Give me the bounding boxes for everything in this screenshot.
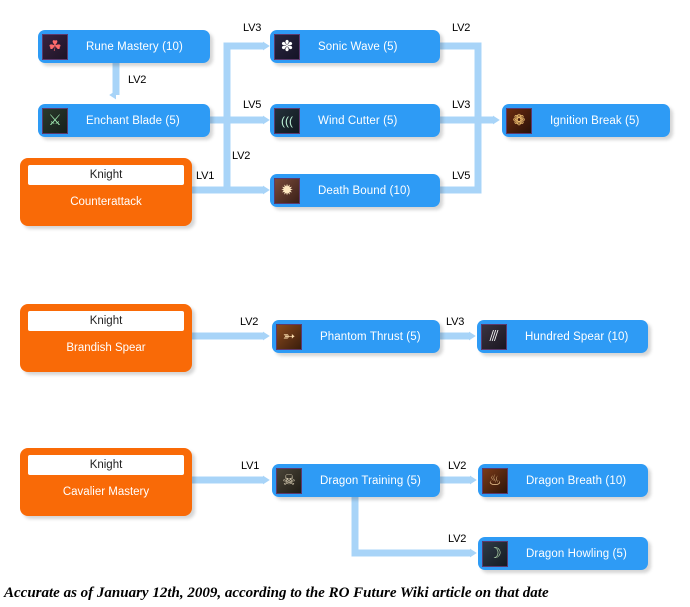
skill-label-sonic-wave: Sonic Wave (5)	[318, 40, 398, 53]
class-node-counterattack-header: Knight	[28, 165, 184, 185]
sonic-wave-icon: ✽	[274, 33, 300, 60]
class-node-brandish-spear-header: Knight	[28, 311, 184, 331]
skill-node-death-bound[interactable]: ✹ Death Bound (10)	[270, 174, 440, 207]
edge-label-rune-to-enchant: LV2	[128, 74, 147, 86]
dragon-howling-icon: ☽	[482, 540, 508, 567]
skill-label-death-bound: Death Bound (10)	[318, 184, 411, 197]
class-node-counterattack-label: Counterattack	[70, 196, 142, 208]
dragon-training-icon: ☠	[276, 467, 302, 494]
death-bound-icon: ✹	[274, 177, 300, 204]
skill-node-ignition-break[interactable]: ❁ Ignition Break (5)	[502, 104, 670, 137]
dragon-howling-glyph: ☽	[488, 545, 502, 562]
edge-label-enchant-to-death: LV2	[232, 150, 251, 162]
edge-label-death-to-ignition: LV5	[452, 170, 471, 182]
dragon-breath-glyph: ♨	[488, 472, 502, 489]
phantom-thrust-glyph: ➳	[282, 328, 296, 345]
skill-node-dragon-howling[interactable]: ☽ Dragon Howling (5)	[478, 537, 648, 570]
skill-node-hundred-spear[interactable]: ⫻ Hundred Spear (10)	[477, 320, 648, 353]
skill-label-hundred-spear: Hundred Spear (10)	[525, 330, 629, 343]
class-node-counterattack[interactable]: Knight Counterattack	[20, 158, 192, 226]
skill-label-enchant-blade: Enchant Blade (5)	[86, 114, 180, 127]
ignition-break-icon: ❁	[506, 107, 532, 134]
class-node-cavalier-mastery[interactable]: Knight Cavalier Mastery	[20, 448, 192, 516]
skill-node-dragon-training[interactable]: ☠ Dragon Training (5)	[272, 464, 440, 497]
skill-node-wind-cutter[interactable]: ((( Wind Cutter (5)	[270, 104, 440, 137]
ignition-break-glyph: ❁	[512, 112, 526, 129]
class-node-brandish-spear[interactable]: Knight Brandish Spear	[20, 304, 192, 372]
enchant-blade-glyph: ⚔	[48, 112, 62, 129]
class-node-cavalier-mastery-header: Knight	[28, 455, 184, 475]
edge-label-wind-to-ignition: LV3	[452, 99, 471, 111]
skill-node-phantom-thrust[interactable]: ➳ Phantom Thrust (5)	[272, 320, 440, 353]
class-node-brandish-spear-header-text: Knight	[89, 315, 123, 327]
skill-label-dragon-howling: Dragon Howling (5)	[526, 547, 627, 560]
class-node-brandish-spear-label: Brandish Spear	[66, 342, 146, 354]
enchant-blade-icon: ⚔	[42, 107, 68, 134]
edge-label-enchant-to-sonic: LV3	[243, 22, 262, 34]
sonic-wave-glyph: ✽	[280, 38, 294, 55]
skill-label-phantom-thrust: Phantom Thrust (5)	[320, 330, 421, 343]
death-bound-glyph: ✹	[280, 182, 294, 199]
rune-mastery-icon: ☘	[42, 33, 68, 60]
edge-label-sonic-to-ignition: LV2	[452, 22, 471, 34]
skill-label-dragon-training: Dragon Training (5)	[320, 474, 421, 487]
hundred-spear-icon: ⫻	[481, 323, 507, 350]
skill-label-ignition-break: Ignition Break (5)	[550, 114, 640, 127]
edge-label-dragontraining-to-howling: LV2	[448, 533, 467, 545]
edge-label-counterattack-to-death: LV1	[196, 170, 215, 182]
skill-label-wind-cutter: Wind Cutter (5)	[318, 114, 398, 127]
skill-label-dragon-breath: Dragon Breath (10)	[526, 474, 627, 487]
diagram-caption: Accurate as of January 12th, 2009, accor…	[4, 585, 549, 601]
edge-label-phantom-to-hundred: LV3	[446, 316, 465, 328]
edge-label-cavalier-to-dragontraining: LV1	[241, 460, 260, 472]
class-node-cavalier-mastery-header-text: Knight	[89, 459, 123, 471]
class-node-counterattack-header-text: Knight	[89, 169, 123, 181]
edge-label-enchant-to-wind: LV5	[243, 99, 262, 111]
wind-cutter-glyph: (((	[281, 113, 293, 128]
class-node-cavalier-mastery-label: Cavalier Mastery	[62, 486, 150, 498]
dragon-training-glyph: ☠	[282, 472, 296, 489]
skill-tree-diagram: LV2 LV3 LV5 LV2 LV1 LV2 LV3 LV5 LV2 LV3 …	[0, 0, 690, 607]
wind-cutter-icon: (((	[274, 107, 300, 134]
skill-node-sonic-wave[interactable]: ✽ Sonic Wave (5)	[270, 30, 440, 63]
edge-label-brandish-to-phantom: LV2	[240, 316, 259, 328]
phantom-thrust-icon: ➳	[276, 323, 302, 350]
hundred-spear-glyph: ⫻	[489, 328, 499, 345]
dragon-breath-icon: ♨	[482, 467, 508, 494]
skill-node-rune-mastery[interactable]: ☘ Rune Mastery (10)	[38, 30, 210, 63]
skill-node-dragon-breath[interactable]: ♨ Dragon Breath (10)	[478, 464, 648, 497]
skill-label-rune-mastery: Rune Mastery (10)	[86, 40, 183, 53]
skill-node-enchant-blade[interactable]: ⚔ Enchant Blade (5)	[38, 104, 210, 137]
rune-mastery-glyph: ☘	[48, 38, 62, 55]
edge-label-dragontraining-to-breath: LV2	[448, 460, 467, 472]
